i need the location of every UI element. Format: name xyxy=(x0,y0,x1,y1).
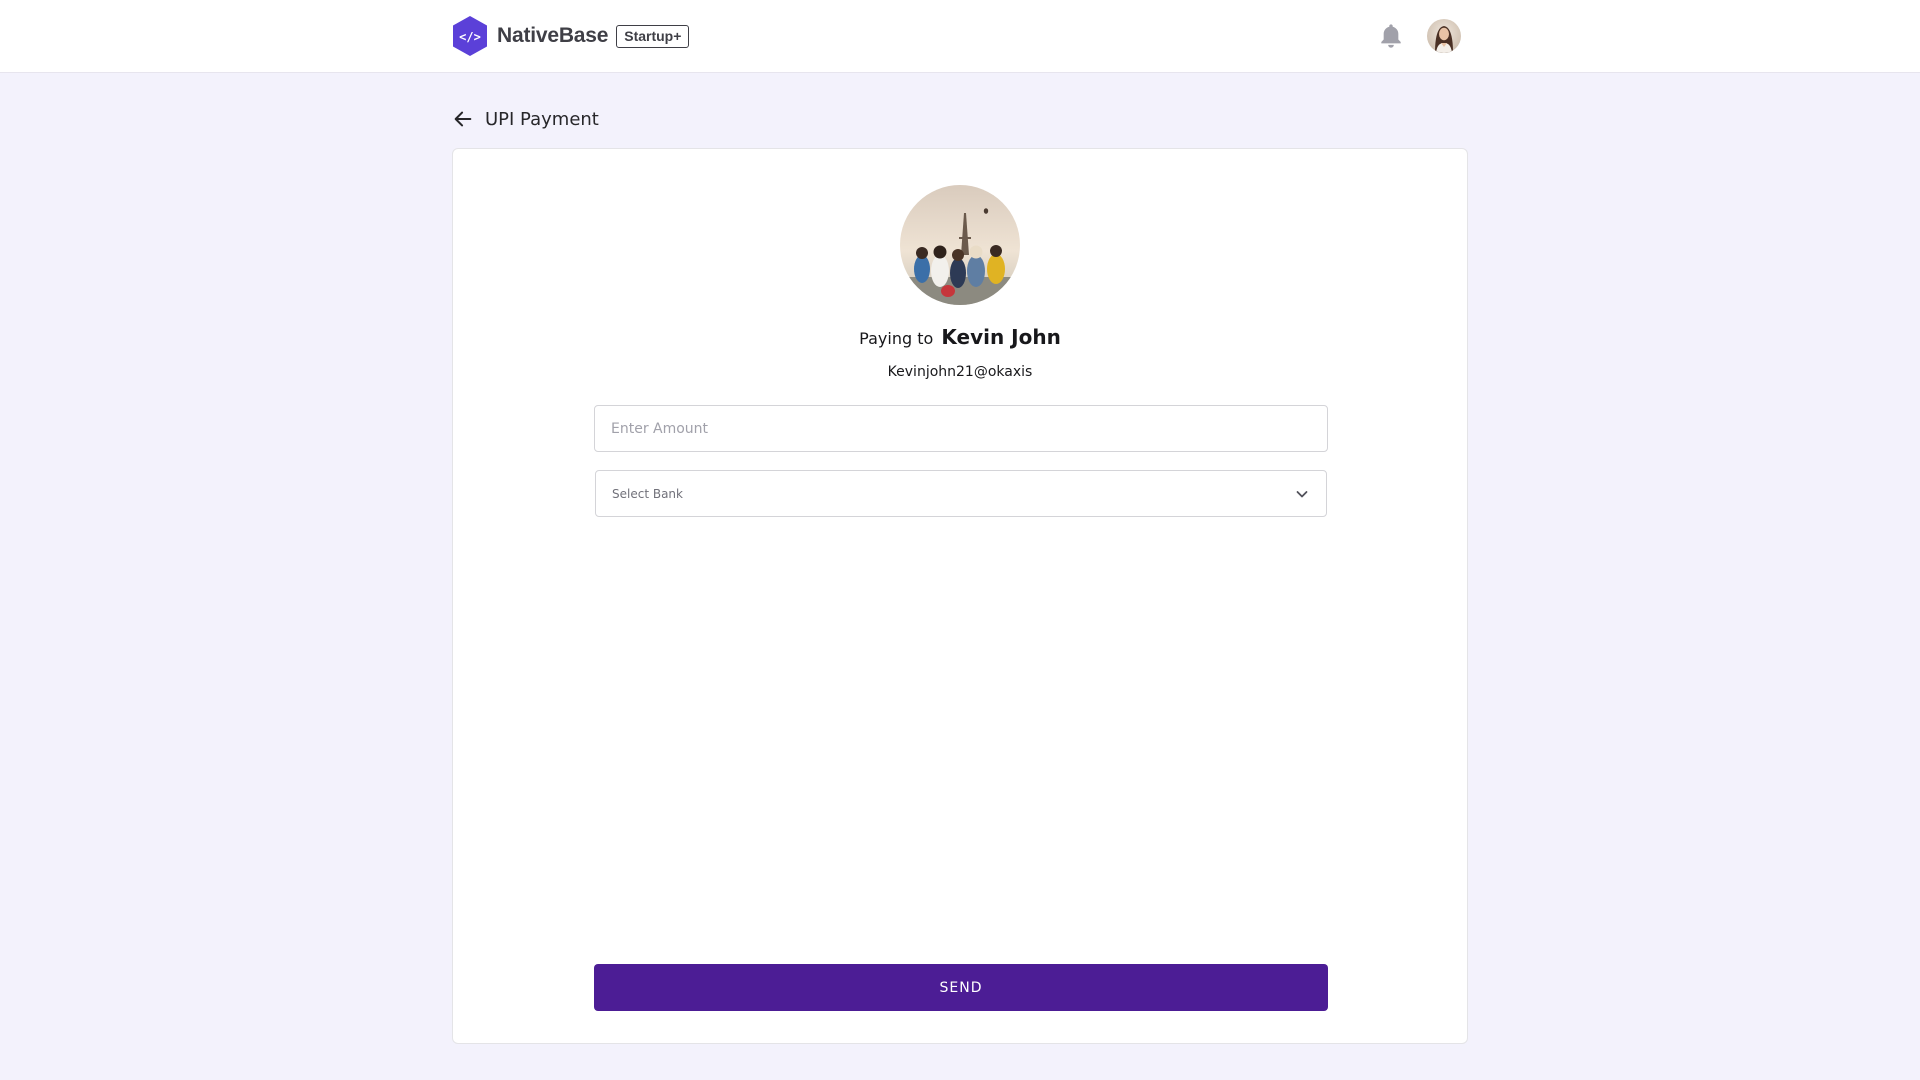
bank-select-placeholder: Select Bank xyxy=(612,486,683,501)
payment-card: Paying to Kevin John Kevinjohn21@okaxis … xyxy=(452,148,1468,1044)
user-avatar[interactable] xyxy=(1427,19,1461,53)
brand[interactable]: </> NativeBase Startup+ xyxy=(451,15,690,57)
paying-to-label: Paying to xyxy=(859,329,934,348)
page-title: UPI Payment xyxy=(485,108,599,130)
bell-icon[interactable] xyxy=(1378,22,1404,50)
payee-photo xyxy=(900,185,1020,305)
brand-badge: Startup+ xyxy=(616,24,690,48)
send-button[interactable]: SEND xyxy=(594,964,1328,1011)
amount-input[interactable] xyxy=(594,405,1328,452)
logo-glyph: </> xyxy=(459,30,481,44)
bank-select[interactable]: Select Bank xyxy=(595,470,1327,517)
brand-name: NativeBase xyxy=(497,24,609,47)
paying-to-line: Paying to Kevin John xyxy=(453,324,1467,352)
payee-name: Kevin John xyxy=(941,325,1061,349)
top-header: </> NativeBase Startup+ xyxy=(0,0,1920,73)
payee-upi-id: Kevinjohn21@okaxis xyxy=(887,364,1033,380)
arrow-left-icon[interactable] xyxy=(451,107,475,131)
chevron-down-icon xyxy=(1296,490,1308,497)
page-title-row: UPI Payment xyxy=(451,104,599,134)
nativebase-logo-icon: </> xyxy=(453,16,487,56)
